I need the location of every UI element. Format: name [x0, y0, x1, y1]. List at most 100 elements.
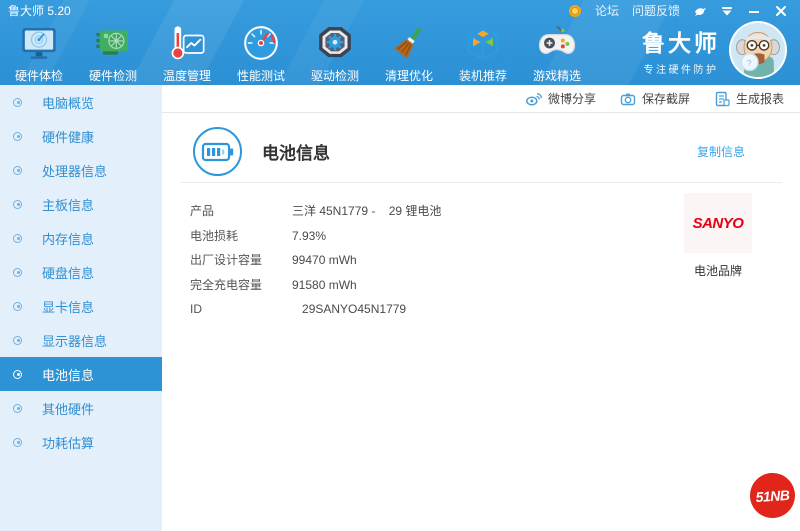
- radio-icon: [13, 199, 22, 209]
- sidebar-item-monitor-info[interactable]: 显示器信息: [0, 323, 162, 357]
- section-divider: [180, 182, 782, 183]
- row-label: 产品: [190, 204, 215, 218]
- app-header: 鲁大师 5.20 论坛 问题反馈 硬件体检 硬件检测 温度管理 性能测试 驱动检…: [0, 0, 800, 85]
- action-label: 生成报表: [735, 92, 784, 106]
- action-label: 微博分享: [547, 92, 596, 106]
- toolbar-item-benchmark[interactable]: 性能测试: [224, 23, 298, 84]
- sidebar-item-label: 电池信息: [42, 367, 95, 383]
- toolbar-item-hardware-checkup[interactable]: 硬件体检: [2, 23, 76, 84]
- brand-block: 鲁大师 专注硬件防护 ?: [642, 21, 787, 79]
- row-label: 电池损耗: [190, 228, 239, 243]
- toolbar-item-label: 硬件体检: [14, 69, 63, 83]
- sidebar-item-hardware-health[interactable]: 硬件健康: [0, 119, 162, 153]
- radio-icon: [13, 403, 22, 413]
- toolbar-item-driver-detect[interactable]: 驱动检测: [298, 23, 372, 84]
- sidebar-item-power-estimate[interactable]: 功耗估算: [0, 425, 162, 459]
- toolbar-item-cleanup[interactable]: 清理优化: [372, 23, 446, 84]
- sidebar-item-label: 硬件健康: [42, 129, 95, 145]
- forum-link[interactable]: 论坛: [595, 2, 619, 19]
- dove-icon[interactable]: [693, 4, 707, 18]
- row-value: 91580 mWh: [292, 277, 357, 292]
- sidebar-item-label: 功耗估算: [42, 435, 95, 451]
- row-label: 出厂设计容量: [190, 253, 263, 267]
- row-label: 完全充电容量: [190, 277, 263, 292]
- monitor-radar-icon: [19, 23, 59, 63]
- titlebar: 鲁大师 5.20 论坛 问题反馈: [0, 0, 800, 18]
- app-title: 鲁大师 5.20: [8, 4, 71, 18]
- brand-name: 鲁大师: [642, 30, 720, 56]
- sidebar-item-label: 其他硬件: [42, 401, 95, 417]
- row-value: 29SANYO45N1779: [292, 302, 407, 316]
- feedback-link[interactable]: 问题反馈: [632, 2, 680, 19]
- battery-brand-panel: SANYO 电池品牌: [684, 193, 752, 279]
- radio-icon: [13, 165, 22, 175]
- toolbar-item-build-recommend[interactable]: 装机推荐: [446, 23, 520, 84]
- weibo-share-button[interactable]: 微博分享: [525, 90, 596, 107]
- row-label: ID: [190, 302, 202, 316]
- battery-brand-caption: 电池品牌: [693, 264, 742, 278]
- toolbar-item-label: 清理优化: [384, 69, 433, 83]
- weibo-icon: [525, 91, 542, 107]
- sidebar-item-label: 内存信息: [42, 231, 95, 247]
- section-header: 电池信息 复制信息: [180, 125, 782, 178]
- toolbar-item-label: 硬件检测: [88, 69, 137, 83]
- battery-icon: [193, 127, 242, 176]
- radio-icon: [13, 369, 22, 379]
- brand-slogan: 专注硬件防护: [643, 65, 719, 76]
- row-value: 7.93%: [292, 228, 327, 243]
- sanyo-logo: SANYO: [684, 193, 752, 253]
- cube-icon: [463, 23, 503, 63]
- report-icon: [714, 91, 730, 107]
- minimize-button[interactable]: [747, 4, 761, 18]
- generate-report-button[interactable]: 生成报表: [714, 90, 784, 107]
- radio-icon: [13, 131, 22, 141]
- radio-icon: [13, 267, 22, 277]
- action-label: 保存截屏: [641, 92, 690, 106]
- toolbar-item-label: 装机推荐: [458, 69, 507, 83]
- svg-text:?: ?: [747, 58, 752, 68]
- sanyo-logo-text: SANYO: [692, 214, 744, 232]
- sidebar-item-motherboard-info[interactable]: 主板信息: [0, 187, 162, 221]
- table-row: ID 29SANYO45N1779: [190, 297, 800, 322]
- toolbar-item-label: 驱动检测: [310, 69, 359, 83]
- sidebar-item-memory-info[interactable]: 内存信息: [0, 221, 162, 255]
- action-bar: 微博分享 保存截屏 生成报表: [162, 85, 800, 113]
- toolbar-item-label: 游戏精选: [532, 69, 581, 83]
- close-button[interactable]: [774, 4, 788, 18]
- sidebar-item-label: 显示器信息: [42, 333, 108, 349]
- titlebar-controls: 论坛 问题反馈: [568, 2, 788, 19]
- save-screenshot-button[interactable]: 保存截屏: [620, 90, 690, 107]
- sidebar-item-label: 电脑概览: [42, 95, 95, 111]
- sidebar-item-label: 处理器信息: [42, 163, 108, 179]
- radio-icon: [13, 97, 22, 107]
- speedometer-icon: [241, 23, 281, 63]
- gamepad-icon: [537, 23, 577, 63]
- medal-icon: [568, 4, 582, 18]
- app-window: 鲁大师 5.20 论坛 问题反馈 硬件体检 硬件检测 温度管理 性能测试 驱动检…: [0, 0, 800, 531]
- copy-info-link[interactable]: 复制信息: [697, 143, 745, 160]
- sidebar-item-gpu-info[interactable]: 显卡信息: [0, 289, 162, 323]
- sidebar-item-computer-overview[interactable]: 电脑概览: [0, 85, 162, 119]
- content-area: 微博分享 保存截屏 生成报表 电池信息 复制信息 产品 三洋 45N1779 -…: [162, 85, 800, 531]
- toolbar-item-temperature[interactable]: 温度管理: [150, 23, 224, 84]
- sidebar-item-cpu-info[interactable]: 处理器信息: [0, 153, 162, 187]
- row-value: 99470 mWh: [292, 253, 357, 267]
- row-value: 三洋 45N1779 - 29 锂电池: [292, 204, 442, 218]
- sidebar-item-battery-info[interactable]: 电池信息: [0, 357, 162, 391]
- radio-icon: [13, 233, 22, 243]
- sidebar-item-disk-info[interactable]: 硬盘信息: [0, 255, 162, 289]
- page-title: 电池信息: [262, 144, 330, 163]
- toolbar-item-hardware-detect[interactable]: 硬件检测: [76, 23, 150, 84]
- skin-icon[interactable]: [720, 4, 734, 18]
- broom-icon: [389, 23, 429, 63]
- radio-icon: [13, 301, 22, 311]
- sidebar-item-other-hardware[interactable]: 其他硬件: [0, 391, 162, 425]
- 51nb-watermark-badge: 51NB: [748, 471, 797, 520]
- radio-icon: [13, 437, 22, 447]
- gpu-card-icon: [93, 23, 133, 63]
- toolbar-item-label: 温度管理: [162, 69, 211, 83]
- mascot-avatar: ?: [729, 21, 787, 79]
- sidebar-item-label: 主板信息: [42, 197, 95, 213]
- gear-nut-icon: [315, 23, 355, 63]
- toolbar-item-game-selection[interactable]: 游戏精选: [520, 23, 594, 84]
